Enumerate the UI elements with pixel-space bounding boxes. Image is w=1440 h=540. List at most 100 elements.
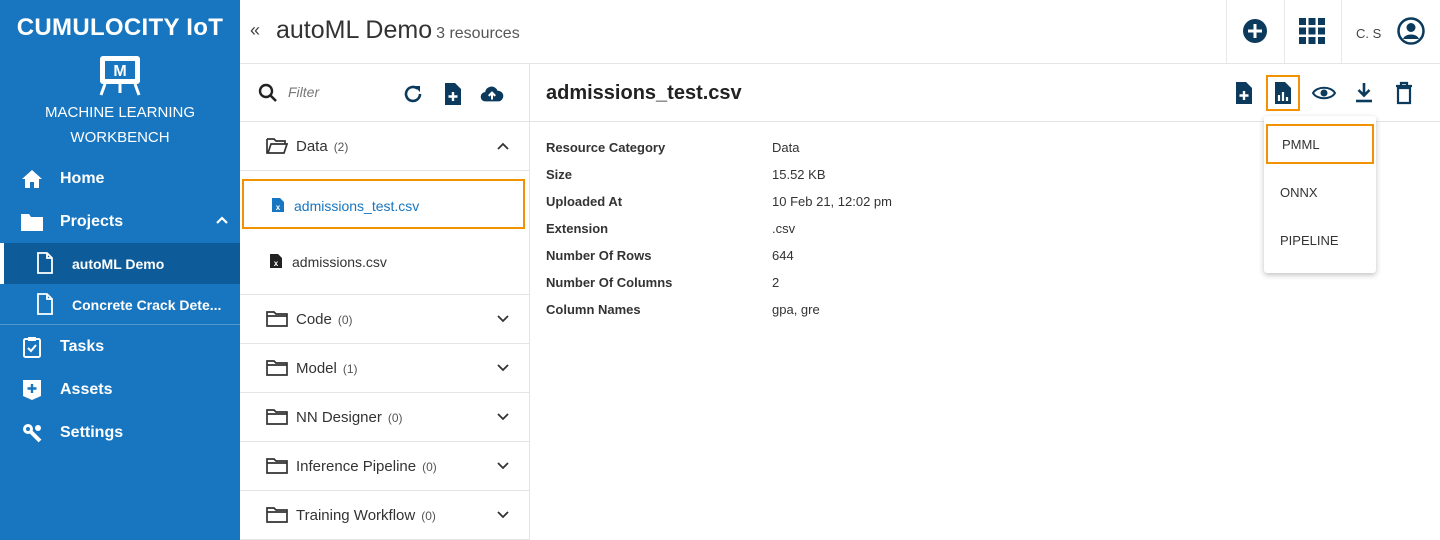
- file-name: admissions_test.csv: [294, 198, 420, 214]
- sidebar-item-label: Assets: [60, 380, 113, 398]
- sidebar-item-settings[interactable]: Settings: [0, 411, 240, 454]
- sidebar-project-label: autoML Demo: [72, 256, 165, 272]
- filter-input[interactable]: [288, 80, 398, 104]
- sidebar-item-label: Projects: [60, 212, 124, 230]
- chevron-down-icon: [497, 413, 509, 421]
- category-count: (1): [342, 362, 358, 376]
- property-key: Extension: [546, 221, 609, 236]
- category-name: Code (0): [296, 311, 353, 328]
- brand-name: CUMULOCITY IoT: [16, 14, 224, 41]
- resource-tree-panel: Data(2) x admissions_test.csv x admissio…: [240, 64, 530, 540]
- chevron-up-icon: [216, 216, 228, 224]
- excel-file-icon: x: [270, 254, 282, 268]
- file-icon: [37, 293, 53, 315]
- sidebar-nav: Home Projects autoML Demo Concrete Crack…: [0, 157, 240, 454]
- logo-letter: M: [113, 63, 126, 80]
- detail-file-title: admissions_test.csv: [546, 82, 742, 104]
- category-nn-designer[interactable]: NN Designer (0): [240, 393, 529, 442]
- chevron-down-icon: [497, 315, 509, 323]
- user-avatar-icon[interactable]: [1396, 16, 1426, 46]
- new-file-icon[interactable]: [1232, 81, 1256, 105]
- app-switcher-grid-icon[interactable]: [1297, 16, 1327, 46]
- property-row: Size 15.52 KB: [546, 167, 892, 194]
- sidebar-item-home[interactable]: Home: [0, 157, 240, 200]
- refresh-icon[interactable]: [401, 82, 425, 106]
- folder-open-icon: [266, 138, 288, 154]
- category-code[interactable]: Code (0): [240, 295, 529, 344]
- property-value: Data: [772, 140, 800, 155]
- search-icon: [258, 83, 277, 102]
- file-item-admissions-test[interactable]: x admissions_test.csv: [242, 179, 525, 229]
- property-row: Number Of Columns 2: [546, 275, 892, 302]
- folder-icon: [266, 409, 288, 425]
- new-file-icon[interactable]: [441, 82, 465, 106]
- folder-icon: [266, 311, 288, 327]
- category-count: (0): [337, 313, 353, 327]
- user-name[interactable]: C. S: [1356, 26, 1381, 41]
- dropdown-item-label: PIPELINE: [1280, 233, 1339, 248]
- category-count: (0): [387, 411, 403, 425]
- svg-text:x: x: [276, 203, 281, 212]
- property-value: 2: [772, 275, 780, 290]
- property-value: 10 Feb 21, 12:02 pm: [772, 194, 892, 209]
- file-chart-icon[interactable]: [1271, 81, 1295, 105]
- detail-header: admissions_test.csv: [530, 64, 1440, 122]
- trash-icon[interactable]: [1392, 81, 1416, 105]
- sidebar-item-label: Tasks: [60, 337, 105, 355]
- dropdown-item-label: PMML: [1282, 137, 1320, 152]
- data-file-list: x admissions_test.csv x admissions.csv: [240, 171, 529, 295]
- category-name: Training Workflow (0): [296, 507, 436, 524]
- property-row: Uploaded At 10 Feb 21, 12:02 pm: [546, 194, 892, 221]
- category-count: (0): [422, 460, 437, 474]
- dropdown-item-pmml[interactable]: PMML: [1266, 124, 1374, 164]
- dropdown-item-pipeline[interactable]: PIPELINE: [1264, 220, 1376, 260]
- header-divider: [1284, 0, 1285, 63]
- property-value: 15.52 KB: [772, 167, 826, 182]
- property-row: Extension .csv: [546, 221, 892, 248]
- chevron-up-icon: [497, 142, 509, 150]
- sidebar-item-label: Home: [60, 169, 105, 187]
- folder-icon: [266, 360, 288, 376]
- category-model[interactable]: Model (1): [240, 344, 529, 393]
- category-training-workflow[interactable]: Training Workflow (0): [240, 491, 529, 540]
- filter-bar: [240, 64, 529, 122]
- sidebar-item-assets[interactable]: Assets: [0, 368, 240, 411]
- download-icon[interactable]: [1352, 81, 1376, 105]
- property-value: .csv: [772, 221, 796, 236]
- folder-icon: [21, 214, 43, 231]
- sidebar-project-automl-demo[interactable]: autoML Demo: [0, 243, 240, 284]
- add-circle-icon[interactable]: [1240, 16, 1270, 46]
- cloud-upload-icon[interactable]: [480, 82, 504, 106]
- property-key: Column Names: [546, 302, 641, 317]
- sidebar-project-concrete-crack[interactable]: Concrete Crack Dete...: [0, 284, 240, 325]
- svg-text:x: x: [274, 259, 279, 268]
- property-value: 644: [772, 248, 794, 263]
- sidebar-project-label: Concrete Crack Dete...: [72, 297, 222, 313]
- sidebar-item-tasks[interactable]: Tasks: [0, 325, 240, 368]
- category-inference-pipeline[interactable]: Inference Pipeline (0): [240, 442, 529, 491]
- sidebar-item-label: Settings: [60, 423, 124, 441]
- collapse-sidebar-button[interactable]: «: [250, 20, 260, 41]
- app-name-line2: WORKBENCH: [70, 129, 170, 146]
- property-key: Number Of Rows: [546, 248, 652, 263]
- page-title-text: autoML Demo: [276, 16, 433, 44]
- property-key: Uploaded At: [546, 194, 623, 209]
- file-item-admissions[interactable]: x admissions.csv: [242, 237, 525, 287]
- wrench-gear-icon: [23, 424, 42, 443]
- eye-icon[interactable]: [1312, 81, 1336, 105]
- category-data[interactable]: Data (2): [240, 122, 529, 171]
- ml-workbench-logo-icon: M: [99, 56, 141, 96]
- sidebar-item-projects[interactable]: Projects: [0, 200, 240, 243]
- resource-count: 3 resources: [436, 25, 520, 42]
- clipboard-check-icon: [23, 337, 41, 358]
- category-count: (0): [421, 509, 436, 523]
- dropdown-item-label: ONNX: [1280, 185, 1318, 200]
- chevron-down-icon: [497, 462, 509, 470]
- property-row: Resource Category Data: [546, 140, 892, 167]
- category-count: (2): [333, 140, 349, 154]
- top-header: « autoML Demo 3 resources C. S: [240, 0, 1440, 64]
- sidebar: CUMULOCITY IoT M MACHINE LEARNING WORKBE…: [0, 0, 240, 540]
- dropdown-item-onnx[interactable]: ONNX: [1264, 172, 1376, 212]
- home-icon: [22, 170, 42, 188]
- category-name: Inference Pipeline (0): [296, 458, 437, 475]
